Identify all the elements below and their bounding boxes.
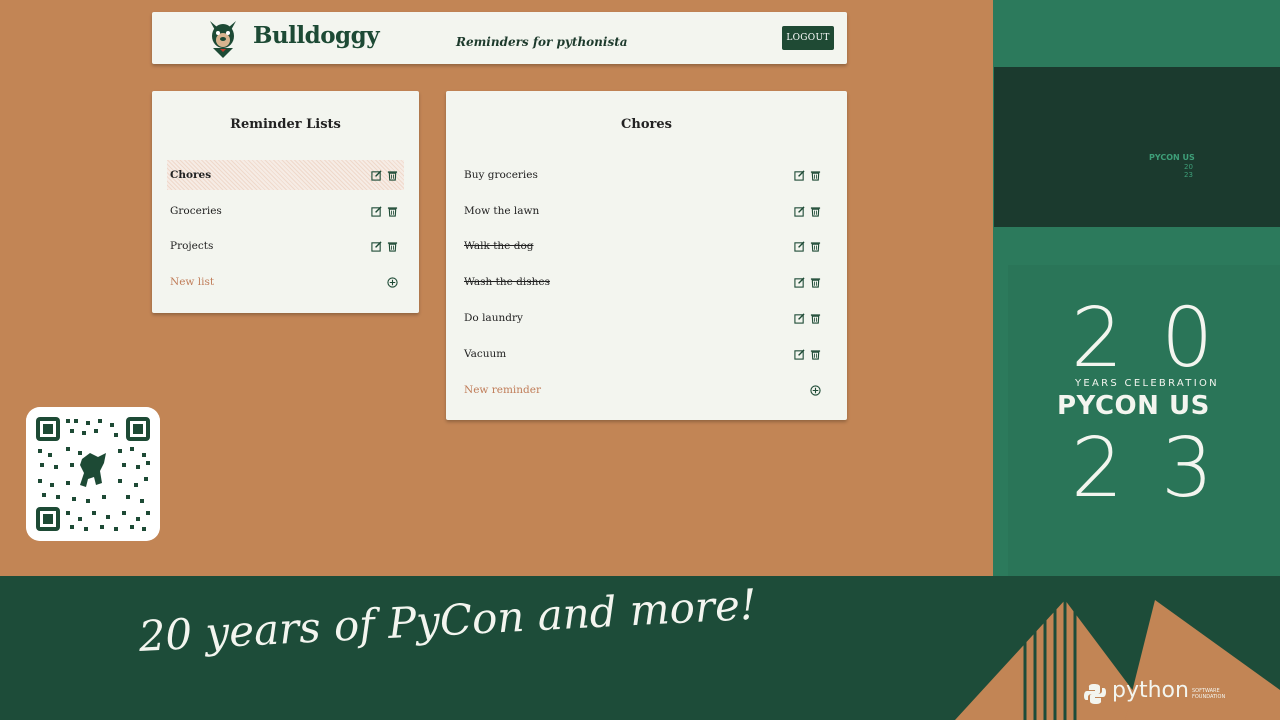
edit-icon[interactable] [794, 276, 805, 288]
years-celebration-text: YEARS CELEBRATION [1075, 378, 1219, 389]
reminder-label: Vacuum [464, 348, 507, 360]
trash-icon[interactable] [810, 349, 821, 360]
camera-year-text: 20 23 [1184, 163, 1193, 179]
app-header: Bulldoggy Reminders for pythonista LOGOU… [152, 12, 847, 64]
trash-icon[interactable] [387, 241, 398, 252]
reminder-label: Walk the dog [464, 240, 534, 252]
speaker-camera-view [994, 67, 1280, 227]
new-list-label: New list [170, 276, 215, 288]
reminder-item-completed[interactable]: Wash the dishes [461, 267, 828, 297]
year-top-number: 20 [1071, 291, 1252, 386]
trash-icon[interactable] [387, 170, 398, 181]
reminder-label: Buy groceries [464, 169, 538, 181]
reminder-item[interactable]: Vacuum [461, 339, 828, 369]
year-bottom-number: 23 [1071, 421, 1252, 516]
reminder-item-completed[interactable]: Walk the dog [461, 231, 828, 261]
edit-icon[interactable] [794, 312, 805, 324]
add-icon[interactable] [810, 384, 821, 396]
list-item-chores[interactable]: Chores [167, 160, 404, 190]
list-item-label: Chores [170, 169, 212, 181]
trash-icon[interactable] [810, 277, 821, 288]
new-reminder-label: New reminder [464, 384, 541, 396]
edit-icon[interactable] [794, 348, 805, 360]
app-tagline: Reminders for pythonista [456, 35, 628, 49]
edit-icon[interactable] [371, 205, 382, 217]
bulldog-logo-icon [210, 21, 236, 58]
edit-icon[interactable] [371, 240, 382, 252]
reminders-panel: Chores Buy groceries Mow the lawn Walk t… [446, 91, 847, 420]
reminder-lists-panel: Reminder Lists Chores Groceries Projects [152, 91, 419, 313]
reminder-item[interactable]: Buy groceries [461, 160, 828, 190]
new-reminder-row[interactable]: New reminder [461, 375, 828, 405]
trash-icon[interactable] [810, 313, 821, 324]
trash-icon[interactable] [810, 241, 821, 252]
reminder-item[interactable]: Mow the lawn [461, 196, 828, 226]
reminder-lists-title: Reminder Lists [230, 117, 341, 132]
camera-pycon-text: PYCON US [1149, 153, 1195, 162]
app-brand: Bulldoggy [253, 22, 380, 49]
trash-icon[interactable] [387, 206, 398, 217]
qr-code-image [26, 407, 160, 541]
psf-name: python [1112, 678, 1189, 703]
list-item-projects[interactable]: Projects [167, 231, 404, 261]
psf-subtitle: SOFTWARE FOUNDATION [1192, 688, 1226, 700]
list-item-label: Projects [170, 240, 214, 252]
new-list-row[interactable]: New list [167, 267, 404, 297]
list-item-groceries[interactable]: Groceries [167, 196, 404, 226]
pycon-us-title: PYCON US [1057, 391, 1210, 421]
reminder-label: Do laundry [464, 312, 523, 324]
python-logo-icon [1084, 684, 1106, 704]
edit-icon[interactable] [794, 240, 805, 252]
edit-icon[interactable] [794, 169, 805, 181]
reminder-item[interactable]: Do laundry [461, 303, 828, 333]
trash-icon[interactable] [810, 170, 821, 181]
reminder-label: Wash the dishes [464, 276, 550, 288]
logout-button[interactable]: LOGOUT [782, 26, 834, 50]
edit-icon[interactable] [371, 169, 382, 181]
list-item-label: Groceries [170, 205, 222, 217]
add-icon[interactable] [387, 276, 398, 288]
edit-icon[interactable] [794, 205, 805, 217]
reminders-title: Chores [621, 117, 672, 132]
trash-icon[interactable] [810, 206, 821, 217]
reminder-label: Mow the lawn [464, 205, 540, 217]
